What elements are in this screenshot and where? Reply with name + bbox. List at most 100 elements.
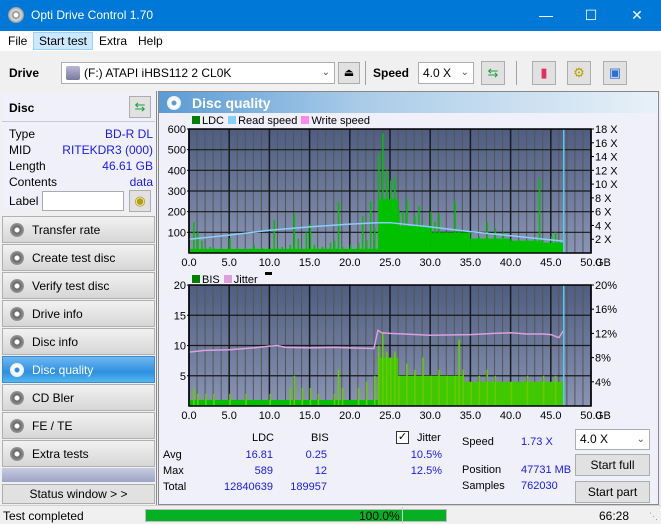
disc-contents-row: Contents data — [9, 175, 153, 189]
nav-label: Disc quality — [32, 363, 94, 377]
data-bar — [373, 375, 376, 406]
test-speed-select[interactable]: 4.0 X ⌄ — [575, 429, 650, 450]
nav-create-test-disc[interactable]: Create test disc — [2, 244, 155, 271]
x-axis-label: GB — [595, 257, 611, 269]
start-full-button[interactable]: Start full — [575, 454, 650, 476]
data-bar — [341, 387, 344, 406]
data-bar — [289, 244, 292, 253]
nav-disc-info[interactable]: Disc info — [2, 328, 155, 355]
speed-select-value: 4.0 X — [423, 66, 452, 80]
disc-header: Disc — [9, 101, 35, 115]
data-bar — [281, 246, 284, 253]
data-bar — [229, 238, 231, 253]
speed-value: 1.73 X — [521, 436, 553, 448]
start-part-button[interactable]: Start part — [575, 481, 650, 503]
divider — [402, 507, 403, 523]
data-bar — [414, 215, 416, 253]
x-tick-label: 45.0 — [540, 410, 561, 422]
eject-button[interactable]: ⏏ — [338, 62, 360, 84]
progress-text: 100.0% — [359, 509, 400, 523]
data-bar — [414, 369, 416, 406]
disc-length-label: Length — [9, 159, 46, 173]
data-bar — [438, 213, 440, 253]
y2-tick-label: 12% — [595, 328, 617, 340]
data-bar — [390, 357, 392, 406]
speed-label: Speed — [462, 436, 494, 448]
erase-button[interactable]: ▮ — [532, 61, 556, 85]
y-tick-label: 5 — [180, 371, 186, 383]
refresh-button[interactable]: ⇆ — [481, 61, 505, 85]
disc-mid-value: RITEKDR3 (000) — [62, 143, 153, 157]
status-window-button[interactable]: Status window > > — [2, 484, 155, 504]
close-button[interactable]: ✕ — [614, 0, 660, 31]
options-button[interactable]: ⚙ — [567, 61, 591, 85]
disc-mid-row: MID RITEKDR3 (000) — [9, 143, 153, 157]
stats-max-bis: 12 — [314, 465, 327, 477]
data-bar — [273, 219, 276, 253]
stats-total-ldc: 12840639 — [224, 481, 273, 493]
jitter-checkbox[interactable]: ✓ — [396, 431, 409, 444]
data-bar — [229, 393, 231, 406]
data-bar — [542, 242, 545, 253]
data-bar — [317, 393, 320, 406]
nav-fe-te[interactable]: FE / TE — [2, 412, 155, 439]
menu-start-test[interactable]: Start test — [33, 32, 94, 50]
y-tick-label: 10 — [174, 341, 186, 353]
data-bar — [301, 387, 304, 406]
disc-label-input[interactable] — [42, 191, 124, 211]
position-label: Position — [462, 464, 502, 476]
y2-tick-label: 16 X — [595, 138, 618, 150]
data-bar — [213, 393, 215, 406]
stats-avg-label: Avg — [163, 449, 182, 461]
data-bar — [209, 246, 211, 253]
data-bar — [554, 375, 557, 406]
menu-file[interactable]: File — [3, 33, 32, 49]
menu-extra[interactable]: Extra — [94, 33, 132, 49]
x-tick-label: 0.0 — [181, 257, 196, 269]
nav-cd-bler[interactable]: CD Bler — [2, 384, 155, 411]
minimize-button[interactable]: — — [523, 0, 569, 31]
nav-extra-tests[interactable]: Extra tests — [2, 440, 155, 467]
nav-verify-test-disc[interactable]: Verify test disc — [2, 272, 155, 299]
data-bar — [538, 178, 541, 253]
data-bar — [454, 201, 456, 253]
x-tick-label: 5.0 — [222, 410, 237, 422]
nav-label: FE / TE — [32, 419, 73, 433]
resize-grip-icon[interactable]: ⋱ — [649, 511, 658, 522]
disc-contents-label: Contents — [9, 175, 58, 189]
menu-help[interactable]: Help — [133, 33, 168, 49]
nav-disc-quality[interactable]: Disc quality — [2, 356, 155, 383]
y-tick-label: 600 — [168, 124, 186, 136]
drive-select-value: (F:) ATAPI iHBS112 2 CL0K — [84, 66, 232, 80]
position-value: 47731 MB — [521, 464, 572, 476]
stats-col-bis: BIS — [311, 432, 329, 444]
disc-refresh-button[interactable]: ⇆ — [129, 96, 151, 118]
data-bar — [381, 133, 384, 253]
nav-label: Verify test disc — [32, 279, 110, 293]
data-bar — [321, 246, 324, 253]
speed-select[interactable]: 4.0 X ⌄ — [418, 62, 474, 84]
x-axis-label: GB — [595, 410, 611, 422]
drive-select[interactable]: (F:) ATAPI iHBS112 2 CL0K ⌄ — [61, 62, 335, 84]
data-bar — [510, 242, 513, 253]
chevron-down-icon: ⌄ — [636, 434, 645, 445]
x-tick-label: 15.0 — [299, 410, 320, 422]
data-bar — [402, 211, 404, 253]
nav-transfer-rate[interactable]: Transfer rate — [2, 216, 155, 243]
save-button[interactable]: ▣ — [603, 61, 627, 85]
disc-label-button[interactable]: ◉ — [129, 190, 151, 212]
data-bar — [297, 238, 300, 253]
disc-icon — [10, 391, 24, 405]
data-bar — [289, 387, 292, 406]
toolbar: Drive (F:) ATAPI iHBS112 2 CL0K ⌄ ⏏ Spee… — [0, 51, 661, 89]
samples-value: 762030 — [521, 480, 558, 492]
data-bar — [309, 224, 312, 253]
stats-max-ldc: 589 — [254, 465, 273, 477]
nav-drive-info[interactable]: Drive info — [2, 300, 155, 327]
x-tick-label: 40.0 — [500, 257, 521, 269]
speed-label: Speed — [373, 66, 410, 80]
data-bar — [526, 240, 529, 253]
data-bar — [478, 375, 481, 406]
data-bar — [305, 232, 308, 253]
maximize-button[interactable]: ☐ — [568, 0, 614, 31]
